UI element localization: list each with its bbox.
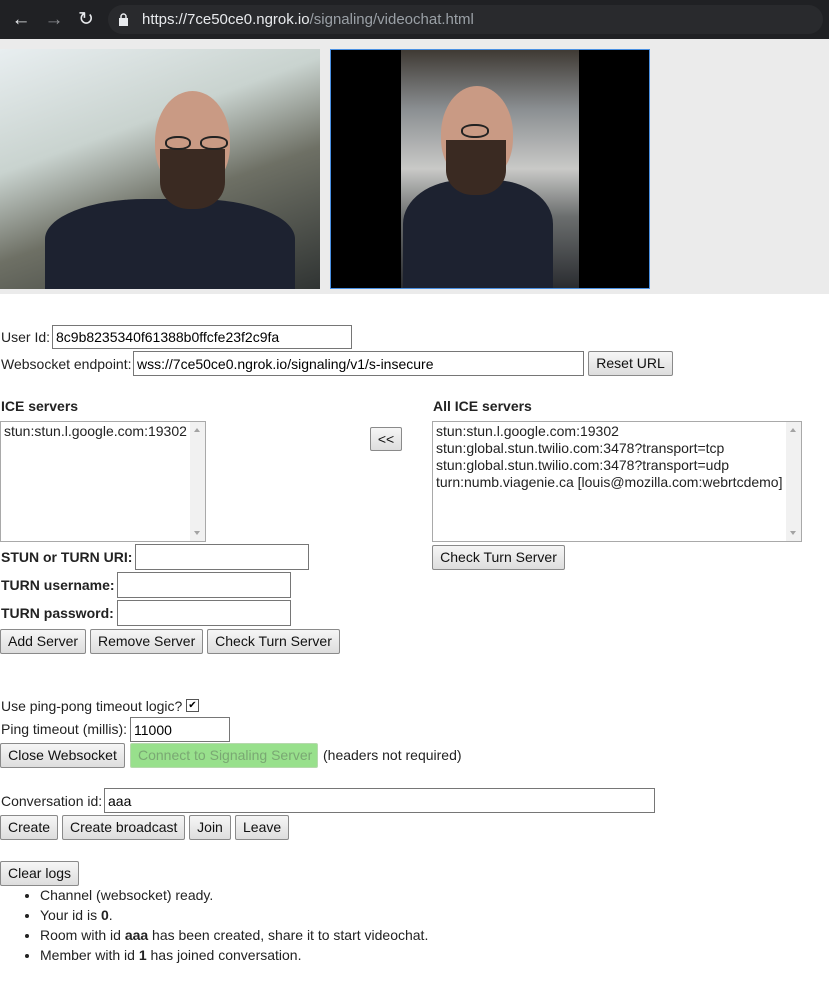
remote-glasses (461, 124, 489, 138)
list-item[interactable]: stun:stun.l.google.com:19302 (436, 423, 619, 439)
scroll-up-icon[interactable] (194, 428, 200, 432)
turn-username-input[interactable] (117, 572, 291, 598)
scroll-down-icon[interactable] (790, 531, 796, 535)
ping-timeout-label: Ping timeout (millis): (1, 721, 128, 737)
log-text: Room with id (40, 927, 125, 943)
log-entry: Member with id 1 has joined conversation… (40, 945, 428, 965)
all-ice-servers-list[interactable]: stun:stun.l.google.com:19302 stun:global… (432, 421, 802, 542)
headers-note: (headers not required) (323, 747, 462, 763)
list-item[interactable]: stun:global.stun.twilio.com:3478?transpo… (436, 457, 729, 473)
forward-arrow-icon[interactable]: → (41, 7, 67, 33)
remote-video-frame (401, 50, 579, 288)
connect-signaling-button[interactable]: Connect to Signaling Server (130, 743, 318, 768)
create-button[interactable]: Create (0, 815, 58, 840)
ping-timeout-input[interactable] (130, 717, 230, 742)
local-person-body (45, 199, 295, 289)
add-server-button[interactable]: Add Server (0, 629, 86, 654)
join-button[interactable]: Join (189, 815, 231, 840)
create-broadcast-button[interactable]: Create broadcast (62, 815, 185, 840)
check-turn-server-button-right[interactable]: Check Turn Server (432, 545, 565, 570)
close-websocket-button[interactable]: Close Websocket (0, 743, 125, 768)
all-ice-servers-heading: All ICE servers (433, 398, 532, 414)
websocket-endpoint-label: Websocket endpoint: (1, 356, 132, 372)
ping-pong-label: Use ping-pong timeout logic? (1, 698, 183, 714)
move-server-button[interactable]: << (370, 427, 402, 451)
log-entry: Room with id aaa has been created, share… (40, 925, 428, 945)
remote-person-beard (446, 140, 506, 195)
ping-pong-checkbox[interactable]: ✔ (186, 699, 199, 712)
clear-logs-button[interactable]: Clear logs (0, 861, 79, 886)
log-highlight: aaa (124, 927, 149, 943)
log-highlight: 1 (138, 947, 147, 963)
list-item[interactable]: turn:numb.viagenie.ca [louis@mozilla.com… (436, 474, 782, 490)
reset-url-button[interactable]: Reset URL (588, 351, 673, 376)
log-entry: Your id is 0. (40, 905, 428, 925)
scrollbar[interactable] (190, 422, 205, 541)
websocket-endpoint-input[interactable] (133, 351, 584, 376)
lock-icon (119, 13, 128, 26)
turn-password-input[interactable] (117, 600, 291, 626)
local-video (0, 49, 320, 289)
log-text-end: has been created, share it to start vide… (148, 927, 429, 943)
url-text: https://7ce50ce0.ngrok.io/signaling/vide… (142, 11, 474, 28)
remote-person-body (403, 180, 553, 288)
remote-video (330, 49, 650, 289)
user-id-input[interactable] (52, 325, 352, 349)
local-person-beard (160, 149, 225, 209)
conversation-id-input[interactable] (104, 788, 655, 813)
scroll-down-icon[interactable] (194, 531, 200, 535)
video-area (0, 39, 829, 294)
browser-toolbar: ← → ↻ https://7ce50ce0.ngrok.io/signalin… (0, 0, 829, 39)
scrollbar[interactable] (786, 422, 801, 541)
reload-icon[interactable]: ↻ (73, 7, 99, 33)
scroll-up-icon[interactable] (790, 428, 796, 432)
local-glasses-right (200, 136, 228, 150)
log-text-end: has joined conversation. (146, 947, 302, 963)
log-text: Channel (websocket) ready. (40, 887, 214, 903)
turn-password-label: TURN password: (1, 605, 114, 621)
ice-servers-heading: ICE servers (1, 398, 79, 414)
log-text: Your id is (40, 907, 101, 923)
list-item[interactable]: stun:global.stun.twilio.com:3478?transpo… (436, 440, 724, 456)
turn-username-label: TURN username: (1, 577, 115, 593)
url-path: /signaling/videochat.html (309, 11, 474, 28)
ice-servers-list[interactable]: stun:stun.l.google.com:19302 (0, 421, 206, 542)
log-entry: Channel (websocket) ready. (40, 885, 428, 905)
back-arrow-icon[interactable]: ← (8, 7, 34, 33)
local-glasses-left (165, 136, 191, 150)
log-list: Channel (websocket) ready. Your id is 0.… (0, 885, 428, 965)
remove-server-button[interactable]: Remove Server (90, 629, 203, 654)
leave-button[interactable]: Leave (235, 815, 289, 840)
stun-turn-uri-label: STUN or TURN URI: (1, 549, 133, 565)
log-text-end: . (108, 907, 113, 923)
conversation-id-label: Conversation id: (1, 793, 103, 809)
log-highlight: 0 (100, 907, 109, 923)
log-text: Member with id (40, 947, 139, 963)
address-bar[interactable]: https://7ce50ce0.ngrok.io/signaling/vide… (108, 5, 823, 34)
user-id-label: User Id: (1, 329, 51, 345)
url-host: https://7ce50ce0.ngrok.io (142, 11, 310, 28)
check-turn-server-button[interactable]: Check Turn Server (207, 629, 340, 654)
list-item[interactable]: stun:stun.l.google.com:19302 (4, 423, 187, 439)
stun-turn-uri-input[interactable] (135, 544, 309, 570)
